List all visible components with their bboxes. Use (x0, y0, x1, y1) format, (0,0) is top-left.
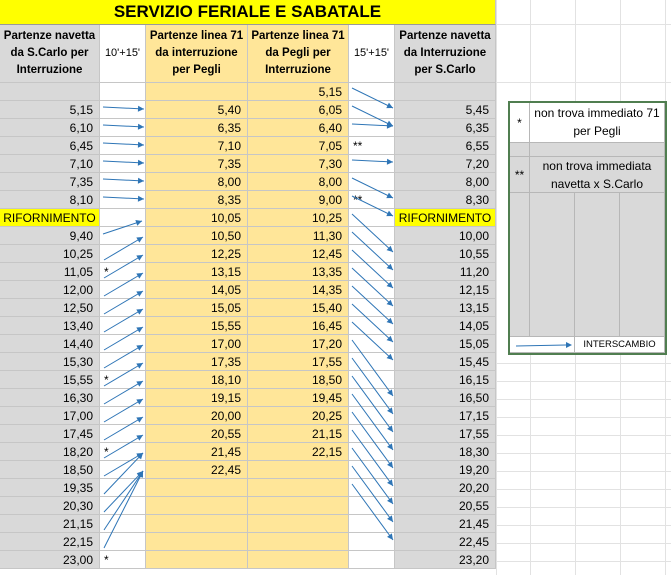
arrow-right-diagonal (351, 231, 394, 271)
arrow-left-rifornimento (102, 220, 143, 235)
arrow-right-diagonal (351, 375, 394, 433)
arrow-right-diagonal (351, 447, 394, 505)
arrow-left-morning (102, 123, 145, 130)
arrow-left-morning (102, 141, 145, 148)
legend-text-1: non trova immediato 71 per Pegli (530, 103, 665, 143)
arrow-right-diagonal (351, 357, 394, 415)
arrow-left-diagonal (103, 470, 144, 549)
arrow-left-diagonal (103, 470, 144, 513)
arrow-left-diagonal (103, 452, 144, 477)
arrow-left-morning (102, 159, 145, 166)
legend: * non trova immediato 71 per Pegli ** no… (508, 101, 667, 355)
arrow-right-diagonal (351, 339, 394, 397)
arrow-left-morning (102, 195, 145, 202)
legend-arrow-sample (510, 337, 575, 353)
arrow-right-diagonal (351, 249, 394, 289)
legend-interscambio-label: INTERSCAMBIO (575, 337, 665, 353)
arrow-right-diagonal (351, 303, 394, 343)
arrow-right-diagonal (351, 213, 394, 253)
arrow-right-diagonal (351, 267, 394, 307)
legend-symbol-1: * (510, 103, 530, 143)
arrow-right-diagonal (351, 177, 394, 199)
arrow-right-diagonal (351, 122, 394, 129)
arrow-left-morning (102, 105, 145, 112)
legend-text-2: non trova immediata navetta x S.Carlo (530, 157, 665, 193)
arrow-right-diagonal (351, 429, 394, 487)
arrow-left-morning (102, 177, 145, 184)
arrow-right-diagonal (351, 195, 394, 217)
arrow-left-diagonal (103, 470, 144, 531)
arrow-right-diagonal (351, 285, 394, 325)
arrow-right-diagonal (351, 465, 394, 523)
arrow-right-diagonal (351, 105, 394, 127)
arrow-right-diagonal (351, 87, 394, 109)
legend-symbol-2: ** (510, 157, 530, 193)
arrow-right-diagonal (351, 483, 394, 541)
arrow-right-diagonal (351, 393, 394, 451)
arrow-right-diagonal (351, 158, 394, 165)
arrow-right-diagonal (351, 411, 394, 469)
arrow-right-diagonal (351, 321, 394, 361)
